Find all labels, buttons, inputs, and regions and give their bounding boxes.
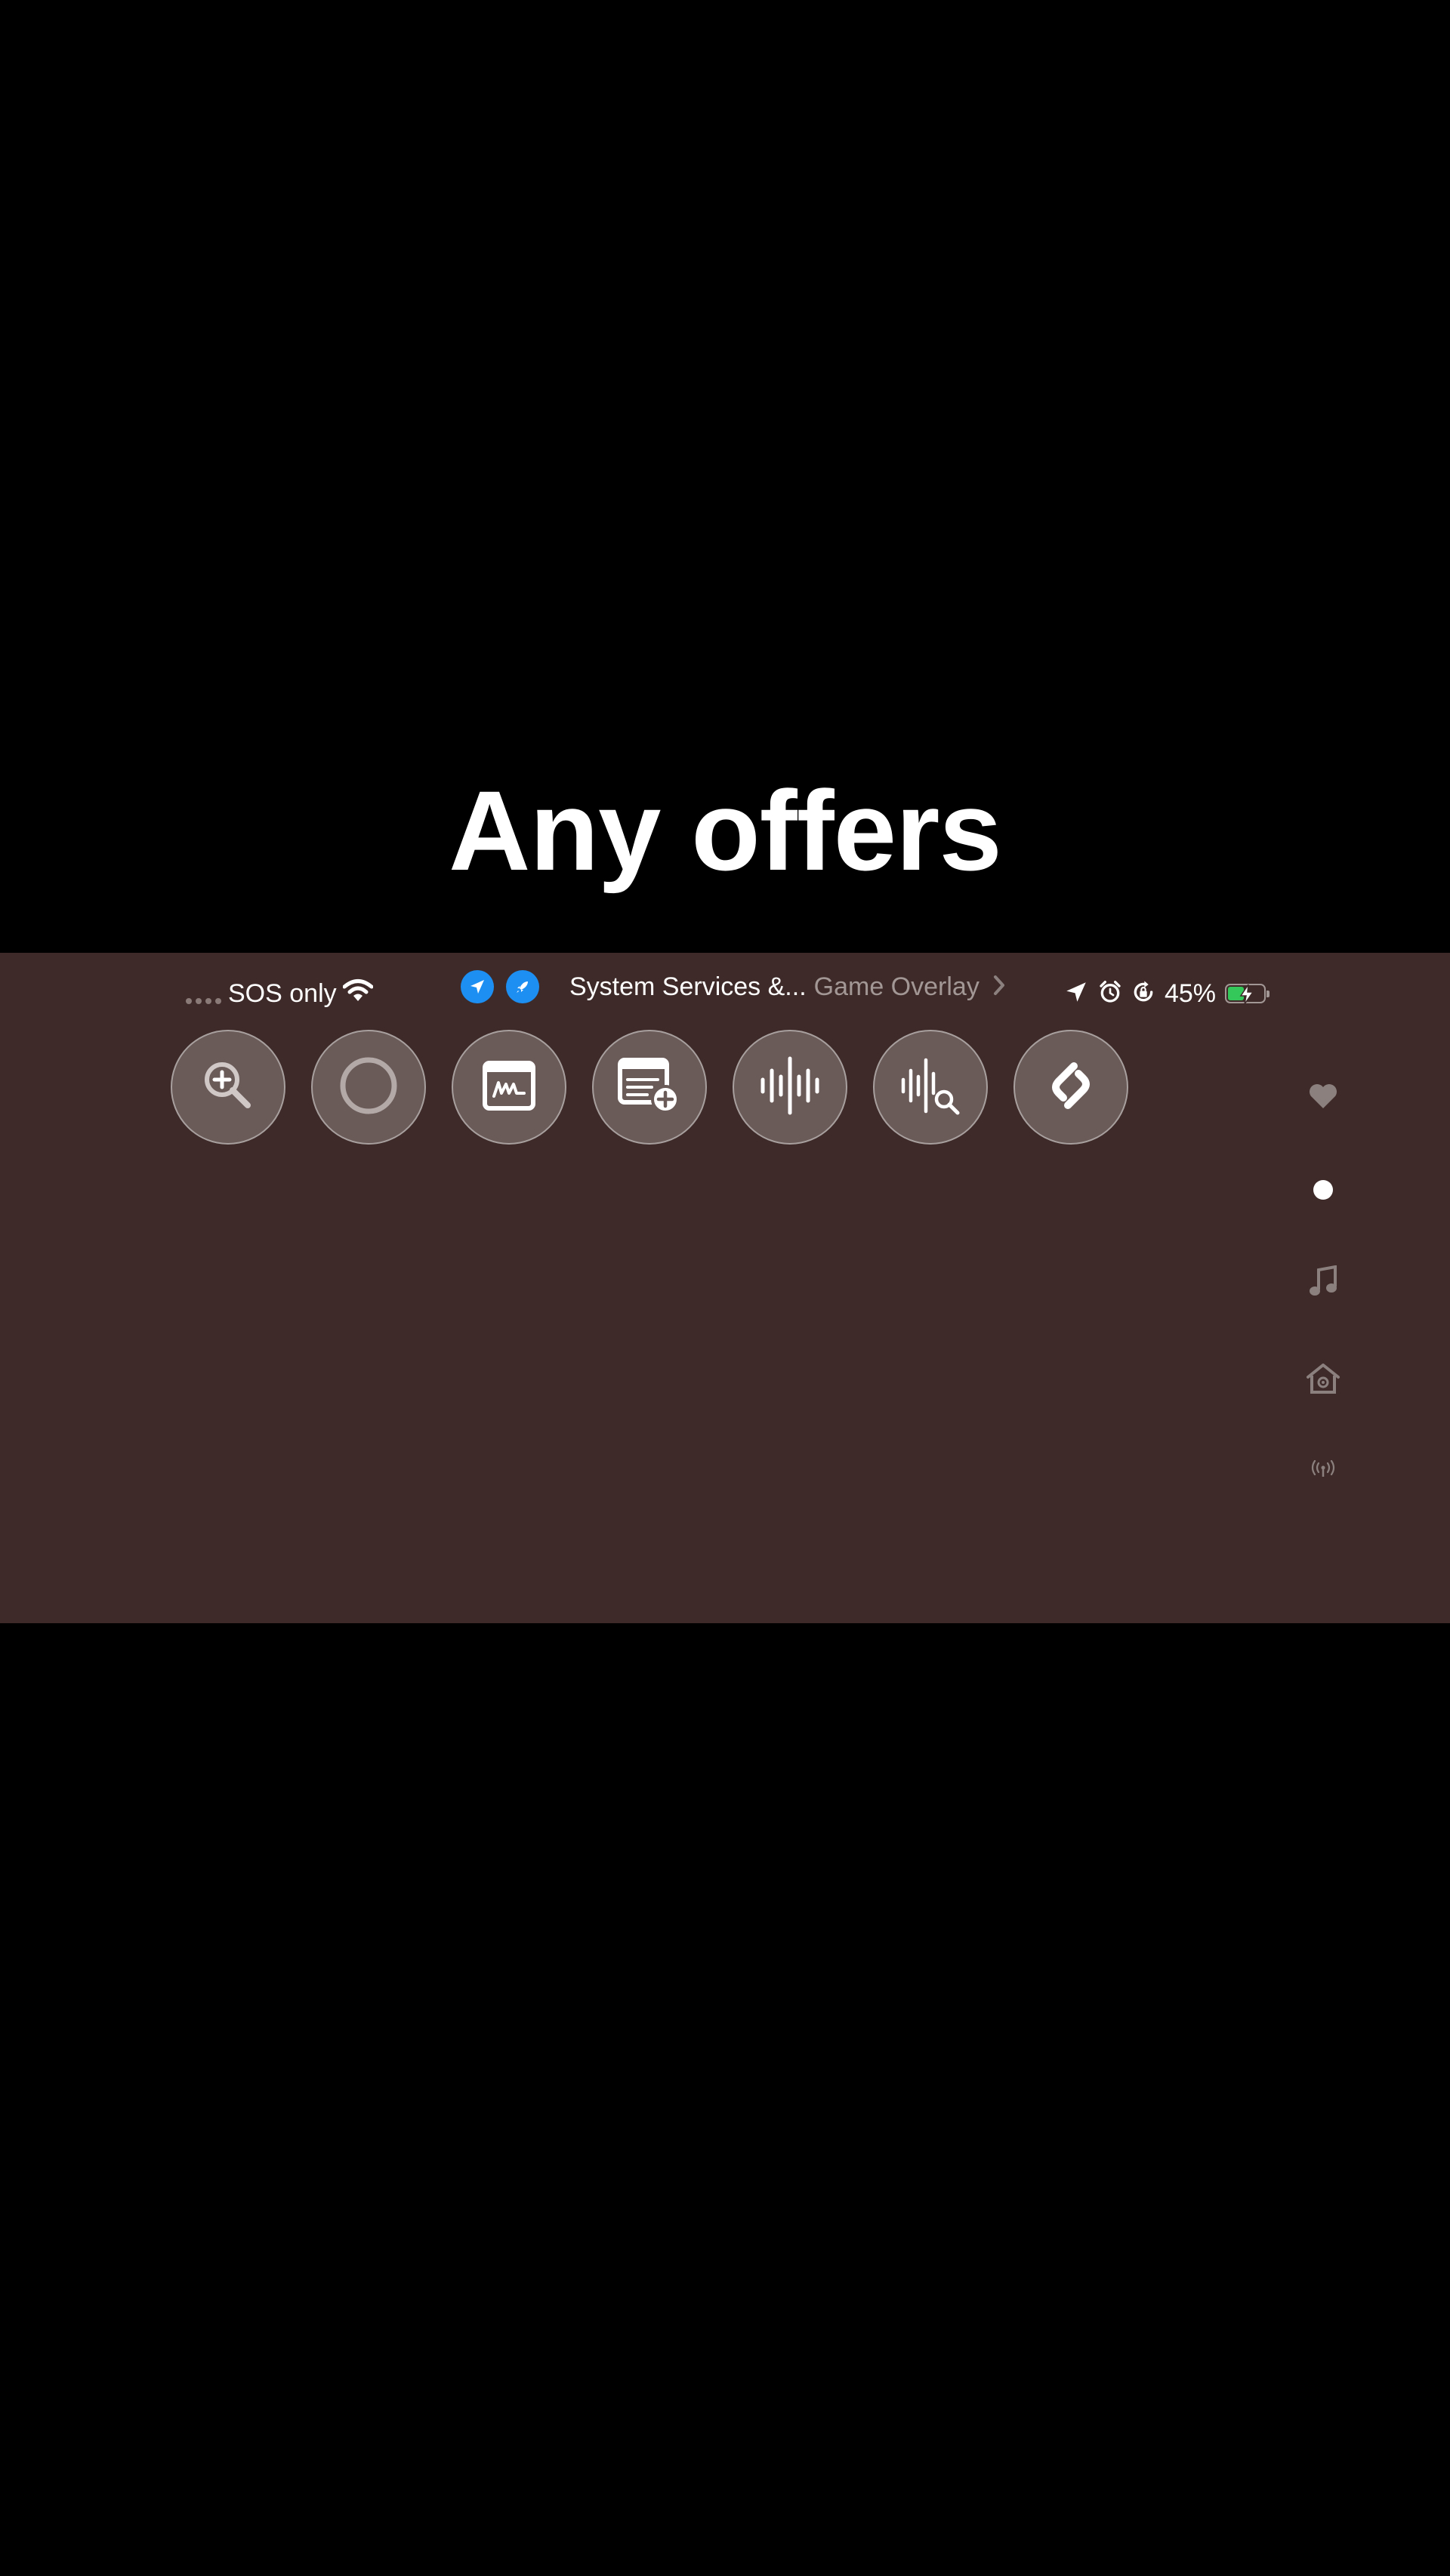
rocket-icon <box>506 970 539 1003</box>
shazam-button[interactable] <box>1013 1030 1128 1145</box>
zoom-in-icon <box>199 1057 257 1118</box>
controls-row <box>171 1030 1128 1145</box>
cellular-signal-icon <box>186 998 221 1004</box>
page-music[interactable] <box>1299 1265 1347 1302</box>
control-center-panel: SOS only System Services &... Game Overl… <box>0 953 1450 1623</box>
record-circle-icon <box>338 1055 399 1120</box>
wifi-icon <box>342 978 374 1006</box>
heart-icon <box>1308 1083 1338 1114</box>
page-home[interactable] <box>1299 1362 1347 1399</box>
carrier-label: SOS only <box>228 979 337 1008</box>
waveform-search-icon <box>899 1055 962 1120</box>
activity-detail-label: Game Overlay <box>813 972 980 1001</box>
screen-recording-button[interactable] <box>311 1030 426 1145</box>
music-recognition-search-button[interactable] <box>873 1030 988 1145</box>
battery-percent: 45% <box>1164 978 1216 1008</box>
caption-text: Any offers <box>449 767 1002 894</box>
quick-note-button[interactable] <box>452 1030 566 1145</box>
page-controls-current[interactable] <box>1299 1179 1347 1204</box>
dot-icon <box>1313 1179 1334 1204</box>
activity-indicator[interactable]: System Services &... Game Overlay <box>461 963 1005 1010</box>
page-favorites[interactable] <box>1299 1083 1347 1114</box>
location-arrow-icon <box>461 970 494 1003</box>
chevron-right-icon <box>993 975 1005 1000</box>
home-icon <box>1305 1362 1341 1399</box>
page-connectivity[interactable] <box>1299 1459 1347 1482</box>
location-arrow-icon <box>1063 979 1098 1009</box>
rotation-lock-icon <box>1131 980 1165 1008</box>
charging-bolt-icon <box>1239 984 1254 1005</box>
signature-icon <box>482 1060 536 1115</box>
battery-icon <box>1225 984 1270 1005</box>
waveform-icon <box>758 1055 822 1120</box>
note-add-icon <box>617 1057 682 1118</box>
new-note-button[interactable] <box>592 1030 707 1145</box>
status-icons: 45% <box>1063 975 1270 1012</box>
shazam-icon <box>1041 1055 1101 1120</box>
alarm-clock-icon <box>1098 980 1131 1008</box>
music-note-icon <box>1308 1265 1338 1302</box>
magnifier-button[interactable] <box>171 1030 285 1145</box>
activity-app-label: System Services &... <box>569 972 807 1001</box>
broadcast-icon <box>1311 1459 1335 1482</box>
voice-memos-button[interactable] <box>733 1030 847 1145</box>
